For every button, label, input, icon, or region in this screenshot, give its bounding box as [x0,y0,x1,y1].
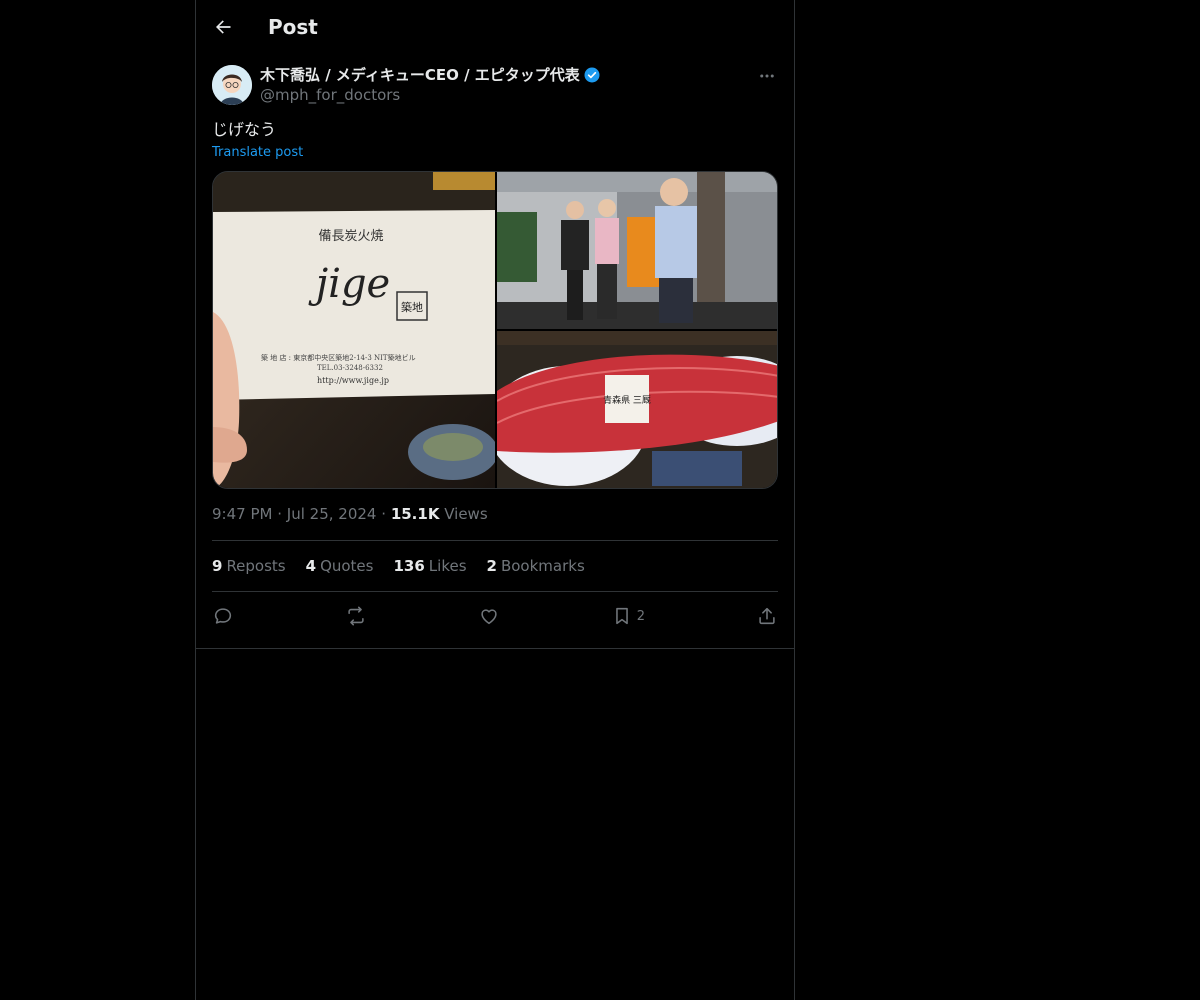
post-date[interactable]: Jul 25, 2024 [287,505,377,523]
card-logo: jige [308,261,390,307]
photo-business-card[interactable]: 備長炭火焼 jige 築地 築 地 店 : 東京都中央区築地2-14-3 NIT… [213,172,498,488]
repost-icon [348,606,364,626]
meta-separator: · [277,505,283,523]
media-grid: 備長炭火焼 jige 築地 築 地 店 : 東京都中央区築地2-14-3 NIT… [212,171,778,489]
author-row: 木下喬弘 / メディキューCEO / エピタップ代表 @mph_for_doct… [212,65,778,105]
bookmarks-count: 2 [486,557,497,575]
likes-label: Likes [428,557,467,575]
share-button[interactable] [756,605,778,627]
bookmark-button[interactable]: 2 [611,605,645,627]
share-icon [759,607,775,625]
reposts-label: Reposts [226,557,286,575]
back-button[interactable] [206,10,240,44]
quotes-label: Quotes [320,557,374,575]
page-title: Post [268,14,318,39]
like-button[interactable] [478,605,500,627]
repost-button[interactable] [345,605,367,627]
reposts-count: 9 [212,557,223,575]
verified-badge-icon [584,67,600,83]
quotes-count: 4 [305,557,317,575]
photo-tuna[interactable]: 青森県 三厩 [487,331,777,488]
tuna-label: 青森県 三厩 [603,394,651,406]
reposts-stat[interactable]: 9 Reposts [212,557,286,575]
bookmark-icon [615,607,628,625]
card-address: 築 地 店 : 東京都中央区築地2-14-3 NIT築地ビル [261,353,416,362]
card-url: http://www.jige.jp [317,376,389,385]
post: 木下喬弘 / メディキューCEO / エピタップ代表 @mph_for_doct… [196,65,794,640]
meta-separator: · [381,505,387,523]
post-column: Post 木下喬弘 / メディキューCEO / エピタップ代表 @mph_for… [195,0,795,1000]
card-title: 備長炭火焼 [318,228,383,244]
translate-post-link[interactable]: Translate post [212,145,778,160]
bookmark-count: 2 [636,608,646,624]
post-meta: 9:47 PM · Jul 25, 2024 · 15.1K Views [212,504,778,524]
reply-button[interactable] [212,605,234,627]
views-count: 15.1K [390,505,440,523]
card-tel: TEL.03-3248-6332 [317,364,383,372]
views-label: Views [444,505,488,523]
author-handle[interactable]: @mph_for_doctors [260,85,601,105]
bookmarks-label: Bookmarks [500,557,585,575]
author-name[interactable]: 木下喬弘 / メディキューCEO / エピタップ代表 [260,65,601,85]
more-icon [760,74,774,78]
likes-count: 136 [393,557,425,575]
reply-icon [214,608,232,624]
post-time[interactable]: 9:47 PM [212,505,272,523]
action-bar: 2 [212,592,778,640]
engagement-stats: 9 Reposts 4 Quotes 136 Likes 2 Bookmarks [212,541,778,591]
author-names: 木下喬弘 / メディキューCEO / エピタップ代表 @mph_for_doct… [260,65,601,105]
likes-stat[interactable]: 136 Likes [393,557,466,575]
like-icon [481,609,497,625]
photo-group[interactable] [497,172,777,329]
avatar[interactable] [212,65,252,105]
post-text: じげなう [212,120,277,139]
author-display-name[interactable]: 木下喬弘 / メディキューCEO / エピタップ代表 [260,65,580,85]
back-arrow-icon [216,19,231,34]
quotes-stat[interactable]: 4 Quotes [306,557,374,575]
post-bottom-border [196,648,794,649]
more-button[interactable] [756,65,778,87]
page-header: Post [196,0,794,53]
bookmarks-stat[interactable]: 2 Bookmarks [487,557,585,575]
card-badge: 築地 [401,300,423,314]
